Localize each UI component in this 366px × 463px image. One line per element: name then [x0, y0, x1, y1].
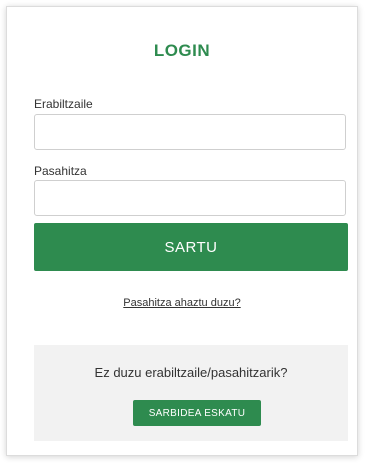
request-access-button[interactable]: SARBIDEA ESKATU: [133, 400, 261, 426]
password-label: Pasahitza: [34, 164, 87, 178]
request-access-prompt: Ez duzu erabiltzaile/pasahitzarik?: [94, 365, 288, 380]
login-card: LOGIN Erabiltzaile Pasahitza SARTU Pasah…: [6, 6, 358, 456]
forgot-password-row: Pasahitza ahaztu duzu?: [7, 297, 357, 309]
username-label: Erabiltzaile: [34, 97, 93, 111]
login-title: LOGIN: [153, 41, 211, 60]
request-access-panel: Ez duzu erabiltzaile/pasahitzarik? SARBI…: [34, 345, 348, 441]
password-input[interactable]: [34, 180, 346, 216]
forgot-password-link[interactable]: Pasahitza ahaztu duzu?: [123, 297, 240, 309]
username-input[interactable]: [34, 114, 346, 150]
login-submit-button[interactable]: SARTU: [34, 223, 348, 271]
